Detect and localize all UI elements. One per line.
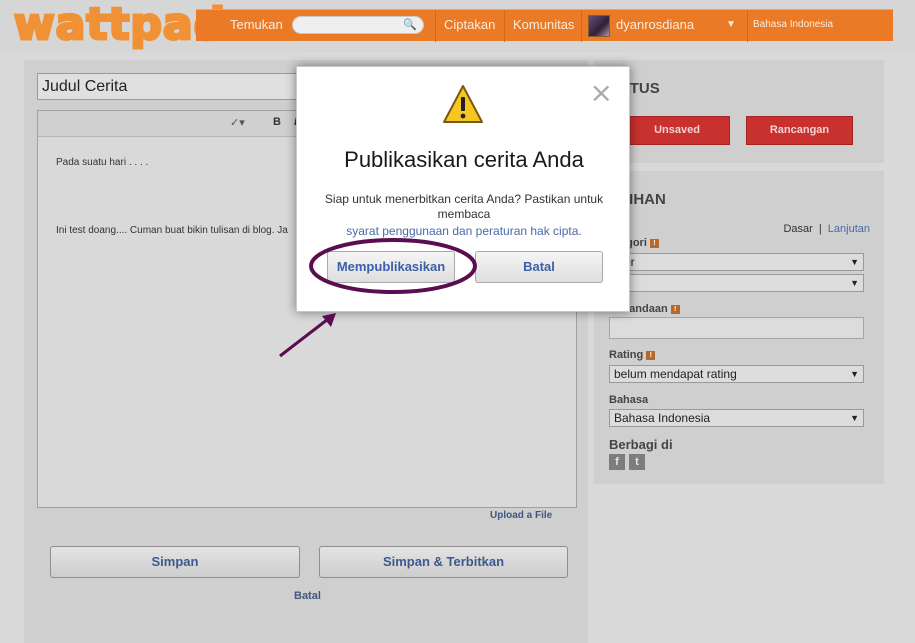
publish-button[interactable]: Mempublikasikan [327,251,455,283]
language-label: Bahasa [609,394,649,406]
close-icon[interactable]: × [590,79,613,107]
basic-mode-link[interactable]: Dasar [783,223,812,235]
status-panel: ATUS Unsaved Rancangan [594,60,884,163]
wattpad-logo[interactable]: wattpad [12,0,226,50]
nav-create[interactable]: Ciptakan [444,10,495,42]
dialog-cancel-button[interactable]: Batal [475,251,603,283]
search-icon[interactable]: 🔍 [403,18,417,31]
facebook-icon[interactable]: f [609,454,625,470]
chevron-down-icon: ▼ [850,257,859,267]
unsaved-button[interactable]: Unsaved [624,116,730,145]
rating-label-text: Rating [609,349,644,361]
rating-select-value: belum mendapat rating [614,367,737,381]
top-bar: wattpad Temukan 🔍 Ciptakan Komunitas dya… [0,0,915,52]
share-label: Berbagi di [609,437,673,452]
save-button[interactable]: Simpan [50,546,300,578]
nav-divider [504,10,505,42]
search-input[interactable]: 🔍 [292,16,424,34]
rating-label: Rating! [609,349,656,361]
info-icon[interactable]: ! [670,305,680,314]
category-select[interactable]: mor ▼ [609,253,864,271]
bold-button[interactable]: B [273,116,281,128]
publish-dialog: × Publikasikan cerita Anda Siap untuk me… [296,66,630,312]
subcategory-select[interactable]: ▼ [609,274,864,292]
warning-icon [443,85,483,123]
main-nav: Temukan 🔍 Ciptakan Komunitas dyanrosdian… [196,9,893,42]
nav-divider [581,10,582,42]
chevron-down-icon: ▼ [850,413,859,423]
terms-link[interactable]: syarat penggunaan dan peraturan hak cipt… [297,224,631,238]
nav-discover[interactable]: Temukan [230,10,283,42]
mode-separator: | [818,223,822,235]
dialog-message: Siap untuk menerbitkan cerita Anda? Past… [324,192,604,221]
editor-text-line: Pada suatu hari . . . . [56,157,149,168]
chevron-down-icon: ▼ [850,278,859,288]
editor-text-line: Ini test doang.... Cuman buat bikin tuli… [56,225,288,236]
nav-username[interactable]: dyanrosdiana [616,10,694,42]
draft-button[interactable]: Rancangan [746,116,853,145]
tags-input[interactable] [609,317,864,339]
info-icon[interactable]: ! [646,351,656,360]
twitter-icon[interactable]: t [629,454,645,470]
save-publish-button[interactable]: Simpan & Terbitkan [319,546,568,578]
chevron-down-icon[interactable]: ▼ [726,10,736,40]
nav-community[interactable]: Komunitas [513,10,574,42]
language-select[interactable]: Bahasa Indonesia ▼ [609,409,864,427]
nav-divider [747,10,748,42]
language-select-value: Bahasa Indonesia [614,411,711,425]
rating-select[interactable]: belum mendapat rating ▼ [609,365,864,383]
advanced-mode-link[interactable]: Lanjutan [828,223,870,235]
options-panel: LIHAN Dasar | Lanjutan egori! mor ▼ ▼ Pe… [594,171,884,484]
nav-divider [435,10,436,42]
avatar[interactable] [588,15,610,37]
chevron-down-icon: ▼ [850,369,859,379]
spellcheck-icon[interactable]: ✓▾ [230,116,245,129]
cancel-link[interactable]: Batal [294,590,321,602]
upload-file-link[interactable]: Upload a File [490,510,552,521]
info-icon[interactable]: ! [649,239,659,248]
dialog-title: Publikasikan cerita Anda [344,147,584,172]
nav-language[interactable]: Bahasa Indonesia [753,10,833,42]
options-mode-toggle: Dasar | Lanjutan [783,223,870,235]
